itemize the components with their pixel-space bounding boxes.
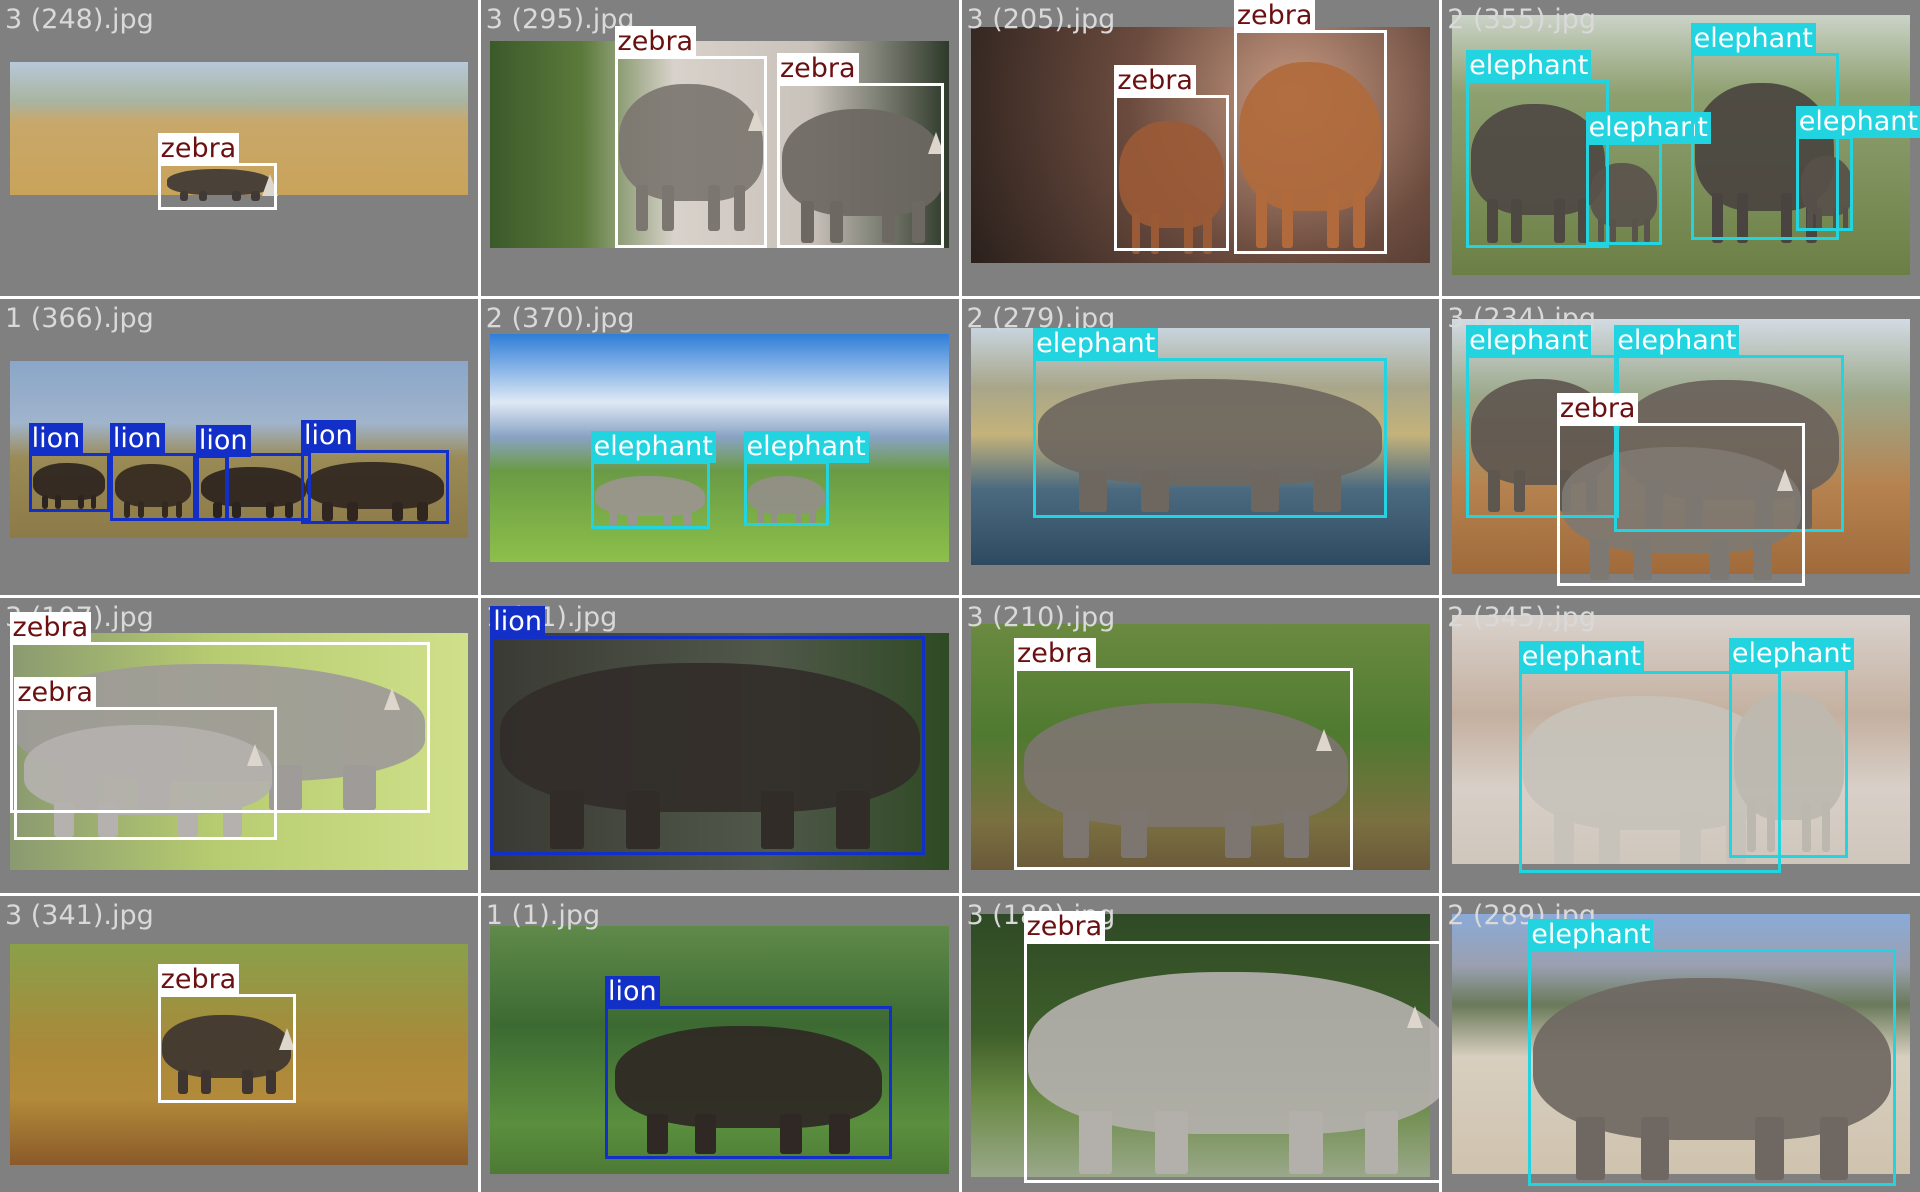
detection-results-grid: 3 (248).jpg zebra 3 (295).jpg zebra zebra 3 (… [0,0,1920,1192]
result-tile[interactable]: 2 (289).jpg elephant [1442,896,1920,1192]
detection-box [614,56,768,249]
result-tile[interactable]: 2 (355).jpg elephant elephant elephant eleph… [1442,0,1920,296]
detection-label: elephant [590,431,716,464]
result-tile[interactable]: 3 (248).jpg zebra [0,0,478,296]
result-tile[interactable]: 2 (345).jpg elephant elephant [1442,597,1920,894]
tile-filename: 3 (248).jpg [5,4,154,35]
detection-box [776,82,945,249]
detection-box [1033,357,1387,518]
detection-box [743,461,830,527]
detection-label: elephant [1528,919,1654,952]
detection-label: lion [300,419,356,452]
detection-box [604,1005,892,1160]
detection-box [224,452,311,521]
detection-label: zebra [776,52,859,85]
detection-label: elephant [1728,638,1855,671]
result-tile[interactable]: 3 (234).jpg elephant elephant zebra [1442,298,1920,595]
result-tile[interactable]: 3 (197).jpgzebrazebra [0,597,478,894]
detection-label: lion [109,422,165,455]
detection-box [109,452,196,521]
detection-label: elephant [1033,327,1159,360]
result-tile[interactable]: 3 (210).jpg zebra [961,597,1440,894]
detection-box [1014,668,1354,870]
detection-box [28,452,110,512]
detection-box [14,706,278,840]
detection-box [300,449,450,524]
detection-label: zebra [1114,64,1196,97]
tile-filename: 3 (341).jpg [5,900,154,932]
detection-box [1233,29,1387,255]
detection-label: zebra [1023,910,1106,943]
tile-filename: 2 (355).jpg [1447,4,1596,35]
detection-label: elephant [743,431,869,464]
tile-filename: 3 (205).jpg [966,4,1116,35]
tile-filename: 2 (370).jpg [485,302,635,334]
tile-filename: 3 (210).jpg [966,601,1116,633]
detection-label: elephant [1466,324,1592,357]
detection-label: elephant [1466,49,1592,82]
detection-label: zebra [9,611,92,644]
detection-box [1556,422,1806,586]
detection-box [1114,94,1230,252]
detection-label: lion [604,975,660,1008]
result-tile[interactable]: 3 (341).jpg zebra [0,896,478,1192]
detection-label: zebra [157,963,240,996]
detection-label: elephant [1518,641,1644,674]
result-tile[interactable]: 3 (189).jpgzebra [961,896,1440,1192]
tile-filename: 1 (366).jpg [5,302,154,334]
detection-box [1795,136,1854,231]
detection-label: lion [28,422,84,455]
result-tile[interactable]: 1 (1).jpg lion [480,896,959,1192]
detection-label: zebra [157,132,240,165]
result-tile[interactable]: 2 (279).jpg elephant [961,298,1440,595]
detection-label: zebra [14,676,96,709]
detection-label: zebra [1233,0,1316,32]
result-tile[interactable]: 3 (295).jpg zebra zebra [480,0,959,296]
detection-box [490,635,926,855]
photo-background [490,334,949,562]
detection-box [1528,949,1897,1187]
detection-box [590,461,711,530]
detection-box [1728,668,1849,858]
detection-label: zebra [1556,392,1639,425]
detection-box [1023,940,1440,1184]
tile-filename: 3 (295).jpg [485,4,635,35]
result-tile[interactable]: 3 (205).jpg zebra zebra [961,0,1440,296]
detection-box [157,993,297,1104]
detection-label: zebra [614,26,697,59]
detection-label: zebra [1014,638,1096,671]
detection-box [1585,141,1662,246]
detection-label: lion [490,605,545,638]
result-tile[interactable]: 1 (91).jpg lion [480,597,959,894]
detection-label: elephant [1614,324,1740,357]
photo [490,334,949,562]
result-tile[interactable]: 2 (370).jpg elephant elephant [480,298,959,595]
tile-filename: 1 (1).jpg [485,900,601,932]
result-tile[interactable]: 1 (366).jpg lion lion lion lion [0,298,478,595]
detection-box [157,162,278,210]
tile-filename: 2 (345).jpg [1447,601,1596,633]
detection-label: elephant [1795,106,1920,139]
detection-label: elephant [1690,23,1816,56]
